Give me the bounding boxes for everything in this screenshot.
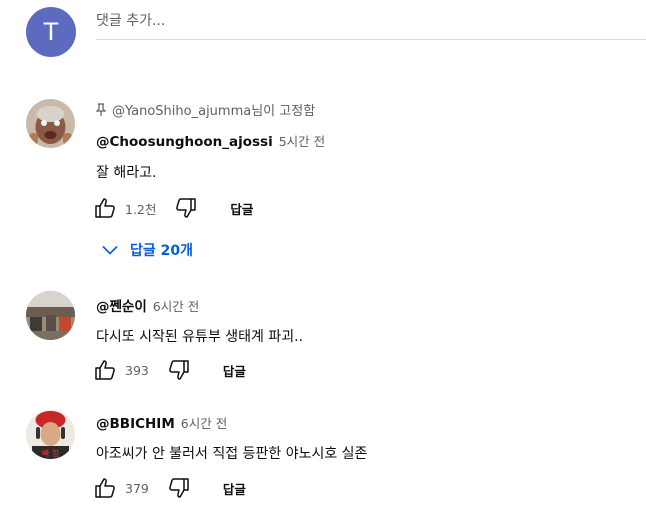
- like-count-3: 379: [125, 480, 149, 496]
- comment-actions-2: 393 답글: [92, 357, 246, 383]
- like-button-3[interactable]: [92, 475, 118, 501]
- avatar-image-2: [26, 291, 75, 340]
- comment-header-1: @Choosunghoon_ajossi 5시간 전: [96, 131, 325, 150]
- comment-text-2: 다시또 시작된 유튜부 생태계 파괴..: [96, 329, 304, 345]
- like-icon: [95, 478, 115, 498]
- comment-text-1: 잘 해라고.: [96, 165, 157, 181]
- dislike-button-1[interactable]: [173, 195, 199, 221]
- like-button-1[interactable]: [92, 195, 118, 221]
- user-avatar-letter: T: [43, 18, 59, 46]
- comment-avatar-3[interactable]: 빠 힘: [26, 410, 75, 459]
- comment-header-2: @쩬순이 6시간 전: [96, 295, 199, 315]
- dislike-button-3[interactable]: [166, 475, 192, 501]
- avatar-image-1: [26, 99, 75, 148]
- view-replies-button[interactable]: 답글 20개: [102, 240, 193, 260]
- comment-time-2[interactable]: 6시간 전: [153, 296, 199, 315]
- like-count-1: 1.2천: [125, 201, 157, 217]
- reply-button-1[interactable]: 답글: [230, 199, 253, 218]
- comment-avatar-1[interactable]: [26, 99, 75, 148]
- pin-icon: [96, 103, 106, 116]
- comment-input-wrapper: [96, 8, 646, 40]
- like-count-2: 393: [125, 362, 149, 378]
- reply-button-3[interactable]: 답글: [223, 479, 246, 498]
- comment-actions-3: 379 답글: [92, 475, 246, 501]
- like-icon: [95, 360, 115, 380]
- chevron-down-icon: [102, 245, 118, 255]
- like-button-2[interactable]: [92, 357, 118, 383]
- comment-input[interactable]: [96, 8, 646, 34]
- like-icon: [95, 198, 115, 218]
- svg-text:빠 힘: 빠 힘: [42, 448, 59, 458]
- comment-time-1[interactable]: 5시간 전: [279, 131, 325, 150]
- comment-time-3[interactable]: 6시간 전: [181, 413, 227, 432]
- comment-author-3[interactable]: @BBICHIM: [96, 416, 175, 432]
- comment-avatar-2[interactable]: [26, 291, 75, 340]
- comment-text-3: 아조씨가 안 불러서 직접 등판한 야노시호 실존: [96, 446, 368, 462]
- pinned-label: @YanoShiho_ajumma님이 고정함: [96, 100, 315, 119]
- dislike-icon: [168, 360, 189, 380]
- pinned-suffix: 님이 고정함: [251, 104, 316, 119]
- view-replies-label: 답글 20개: [130, 243, 193, 259]
- avatar-image-3: 빠 힘: [26, 410, 75, 459]
- comment-header-3: @BBICHIM 6시간 전: [96, 413, 227, 432]
- comment-author-2[interactable]: @쩬순이: [96, 295, 147, 315]
- pinned-by[interactable]: @YanoShiho_ajumma: [112, 104, 251, 119]
- dislike-button-2[interactable]: [166, 357, 192, 383]
- reply-button-2[interactable]: 답글: [223, 361, 246, 380]
- dislike-icon: [176, 198, 197, 218]
- dislike-icon: [168, 478, 189, 498]
- comment-author-1[interactable]: @Choosunghoon_ajossi: [96, 134, 273, 150]
- comment-actions-1: 1.2천 답글: [92, 195, 253, 221]
- user-avatar: T: [26, 7, 76, 57]
